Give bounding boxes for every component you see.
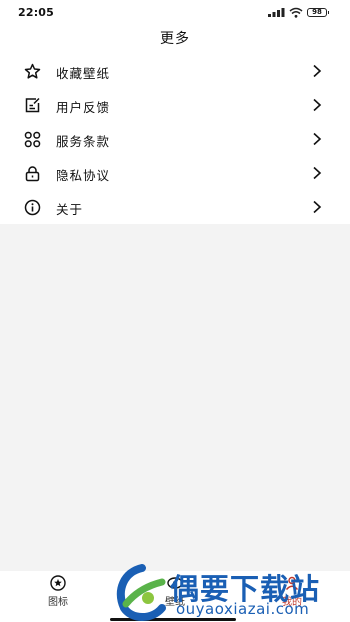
chevron-right-icon — [312, 98, 322, 112]
star-circle-icon — [50, 575, 66, 591]
menu-item-terms[interactable]: 服务条款 — [0, 122, 350, 156]
battery-indicator: 98 — [307, 8, 329, 17]
tab-label: 图标 — [48, 597, 68, 608]
menu-item-label: 隐私协议 — [56, 168, 111, 183]
watermark-url: ouyaoxiazai.com — [176, 600, 310, 618]
menu-item-label: 收藏壁纸 — [56, 66, 111, 81]
chevron-right-icon — [312, 64, 322, 78]
status-bar: 22:05 98 — [0, 0, 350, 26]
chevron-right-icon — [312, 132, 322, 146]
menu-list: 收藏壁纸 用户反馈 服务条款 隐私协议 关于 — [0, 54, 350, 224]
watermark: 偶要下载站 ouyaoxiazai.com — [112, 560, 350, 622]
wifi-icon — [289, 7, 303, 18]
star-icon — [24, 63, 41, 80]
menu-item-privacy[interactable]: 隐私协议 — [0, 156, 350, 190]
page-title: 更多 — [160, 31, 190, 47]
menu-item-label: 服务条款 — [56, 134, 111, 149]
cell-signal-icon — [268, 8, 286, 17]
lock-icon — [24, 165, 41, 182]
menu-item-label: 用户反馈 — [56, 100, 111, 115]
menu-item-about[interactable]: 关于 — [0, 190, 350, 224]
menu-item-feedback[interactable]: 用户反馈 — [0, 88, 350, 122]
chevron-right-icon — [312, 200, 322, 214]
feedback-icon — [24, 97, 41, 114]
chevron-right-icon — [312, 166, 322, 180]
tab-icons[interactable]: 图标 — [28, 575, 88, 608]
grid-icon — [24, 131, 41, 148]
menu-item-favorites[interactable]: 收藏壁纸 — [0, 54, 350, 88]
info-icon — [24, 199, 41, 216]
status-time: 22:05 — [18, 6, 55, 19]
content-panel: 22:05 98 更多 收藏壁纸 用户反馈 服务条款 隐私协议 关于 — [0, 0, 350, 224]
menu-item-label: 关于 — [56, 202, 84, 217]
watermark-logo-icon — [112, 564, 172, 622]
